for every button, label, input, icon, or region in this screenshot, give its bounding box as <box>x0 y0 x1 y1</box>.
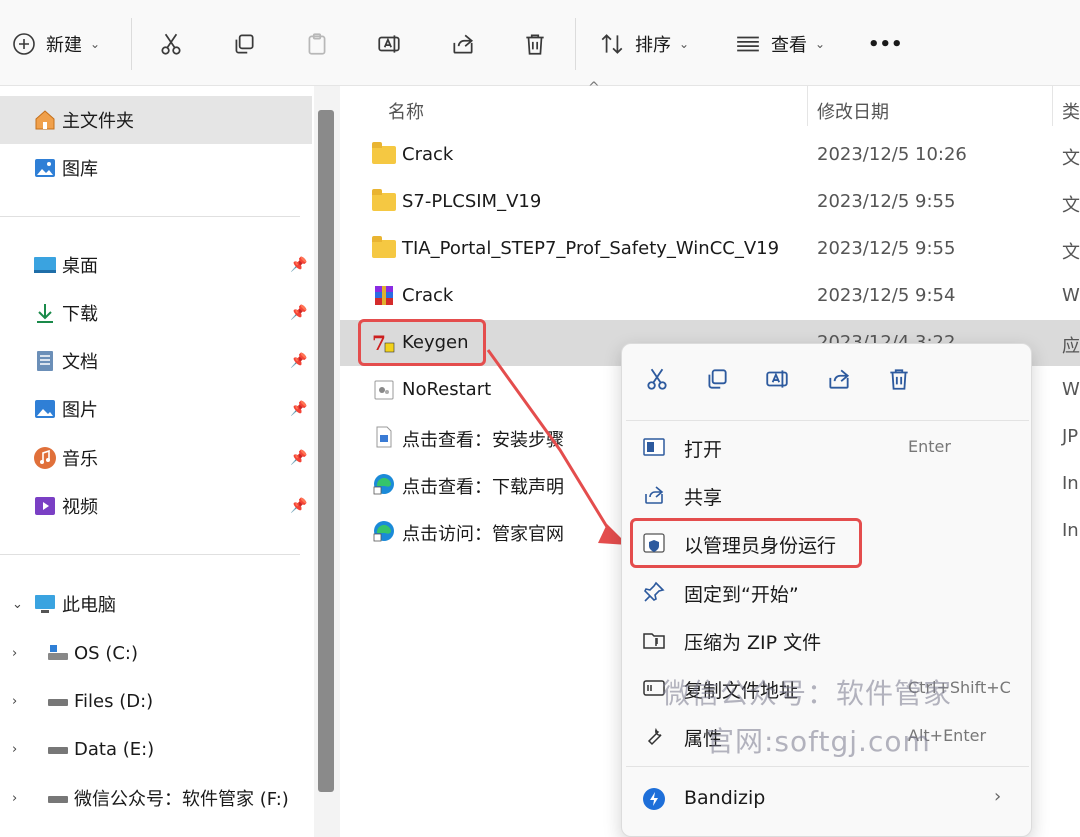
menu-item-compress-zip[interactable]: 压缩为 ZIP 文件 <box>622 617 1033 663</box>
context-divider <box>626 766 1029 767</box>
pin-icon <box>644 581 665 602</box>
menu-item-pin-to-start[interactable]: 固定到“开始” <box>622 569 1033 615</box>
wrench-icon <box>647 727 662 746</box>
menu-item-shortcut: Enter <box>908 437 951 456</box>
run-as-admin-highlight-box <box>630 518 862 568</box>
context-copy-button[interactable] <box>704 366 730 392</box>
zip-folder-icon <box>643 633 665 649</box>
share-icon <box>829 369 850 389</box>
context-share-button[interactable] <box>826 366 852 392</box>
menu-item-label: 压缩为 ZIP 文件 <box>684 632 822 654</box>
share-icon <box>645 486 664 504</box>
menu-item-bandizip[interactable]: Bandizip › <box>622 776 1033 822</box>
open-app-icon <box>643 438 665 456</box>
menu-item-open[interactable]: 打开 Enter <box>622 424 1033 470</box>
context-quick-actions <box>622 344 1033 414</box>
trash-icon <box>890 369 908 390</box>
rename-icon <box>766 370 788 388</box>
menu-item-label: Bandizip <box>684 787 766 809</box>
watermark-line-2: 官网:softgj.com <box>706 725 931 758</box>
copy-icon <box>708 369 727 389</box>
context-divider <box>626 420 1029 421</box>
menu-item-label: 固定到“开始” <box>684 584 799 606</box>
chevron-right-icon: › <box>994 786 1002 807</box>
bandizip-icon <box>643 788 665 810</box>
menu-item-share[interactable]: 共享 <box>622 472 1033 518</box>
menu-item-label: 共享 <box>684 487 723 509</box>
context-cut-button[interactable] <box>644 366 670 392</box>
watermark-line-1: 微信公众号：软件管家 <box>662 677 953 710</box>
scissors-icon <box>647 368 667 390</box>
context-rename-button[interactable] <box>764 366 790 392</box>
context-delete-button[interactable] <box>886 366 912 392</box>
menu-item-label: 打开 <box>684 439 723 461</box>
context-menu: 打开 Enter 共享 以管理员身份运行 固定到“开始” 压缩为 ZIP 文件 … <box>621 343 1032 837</box>
